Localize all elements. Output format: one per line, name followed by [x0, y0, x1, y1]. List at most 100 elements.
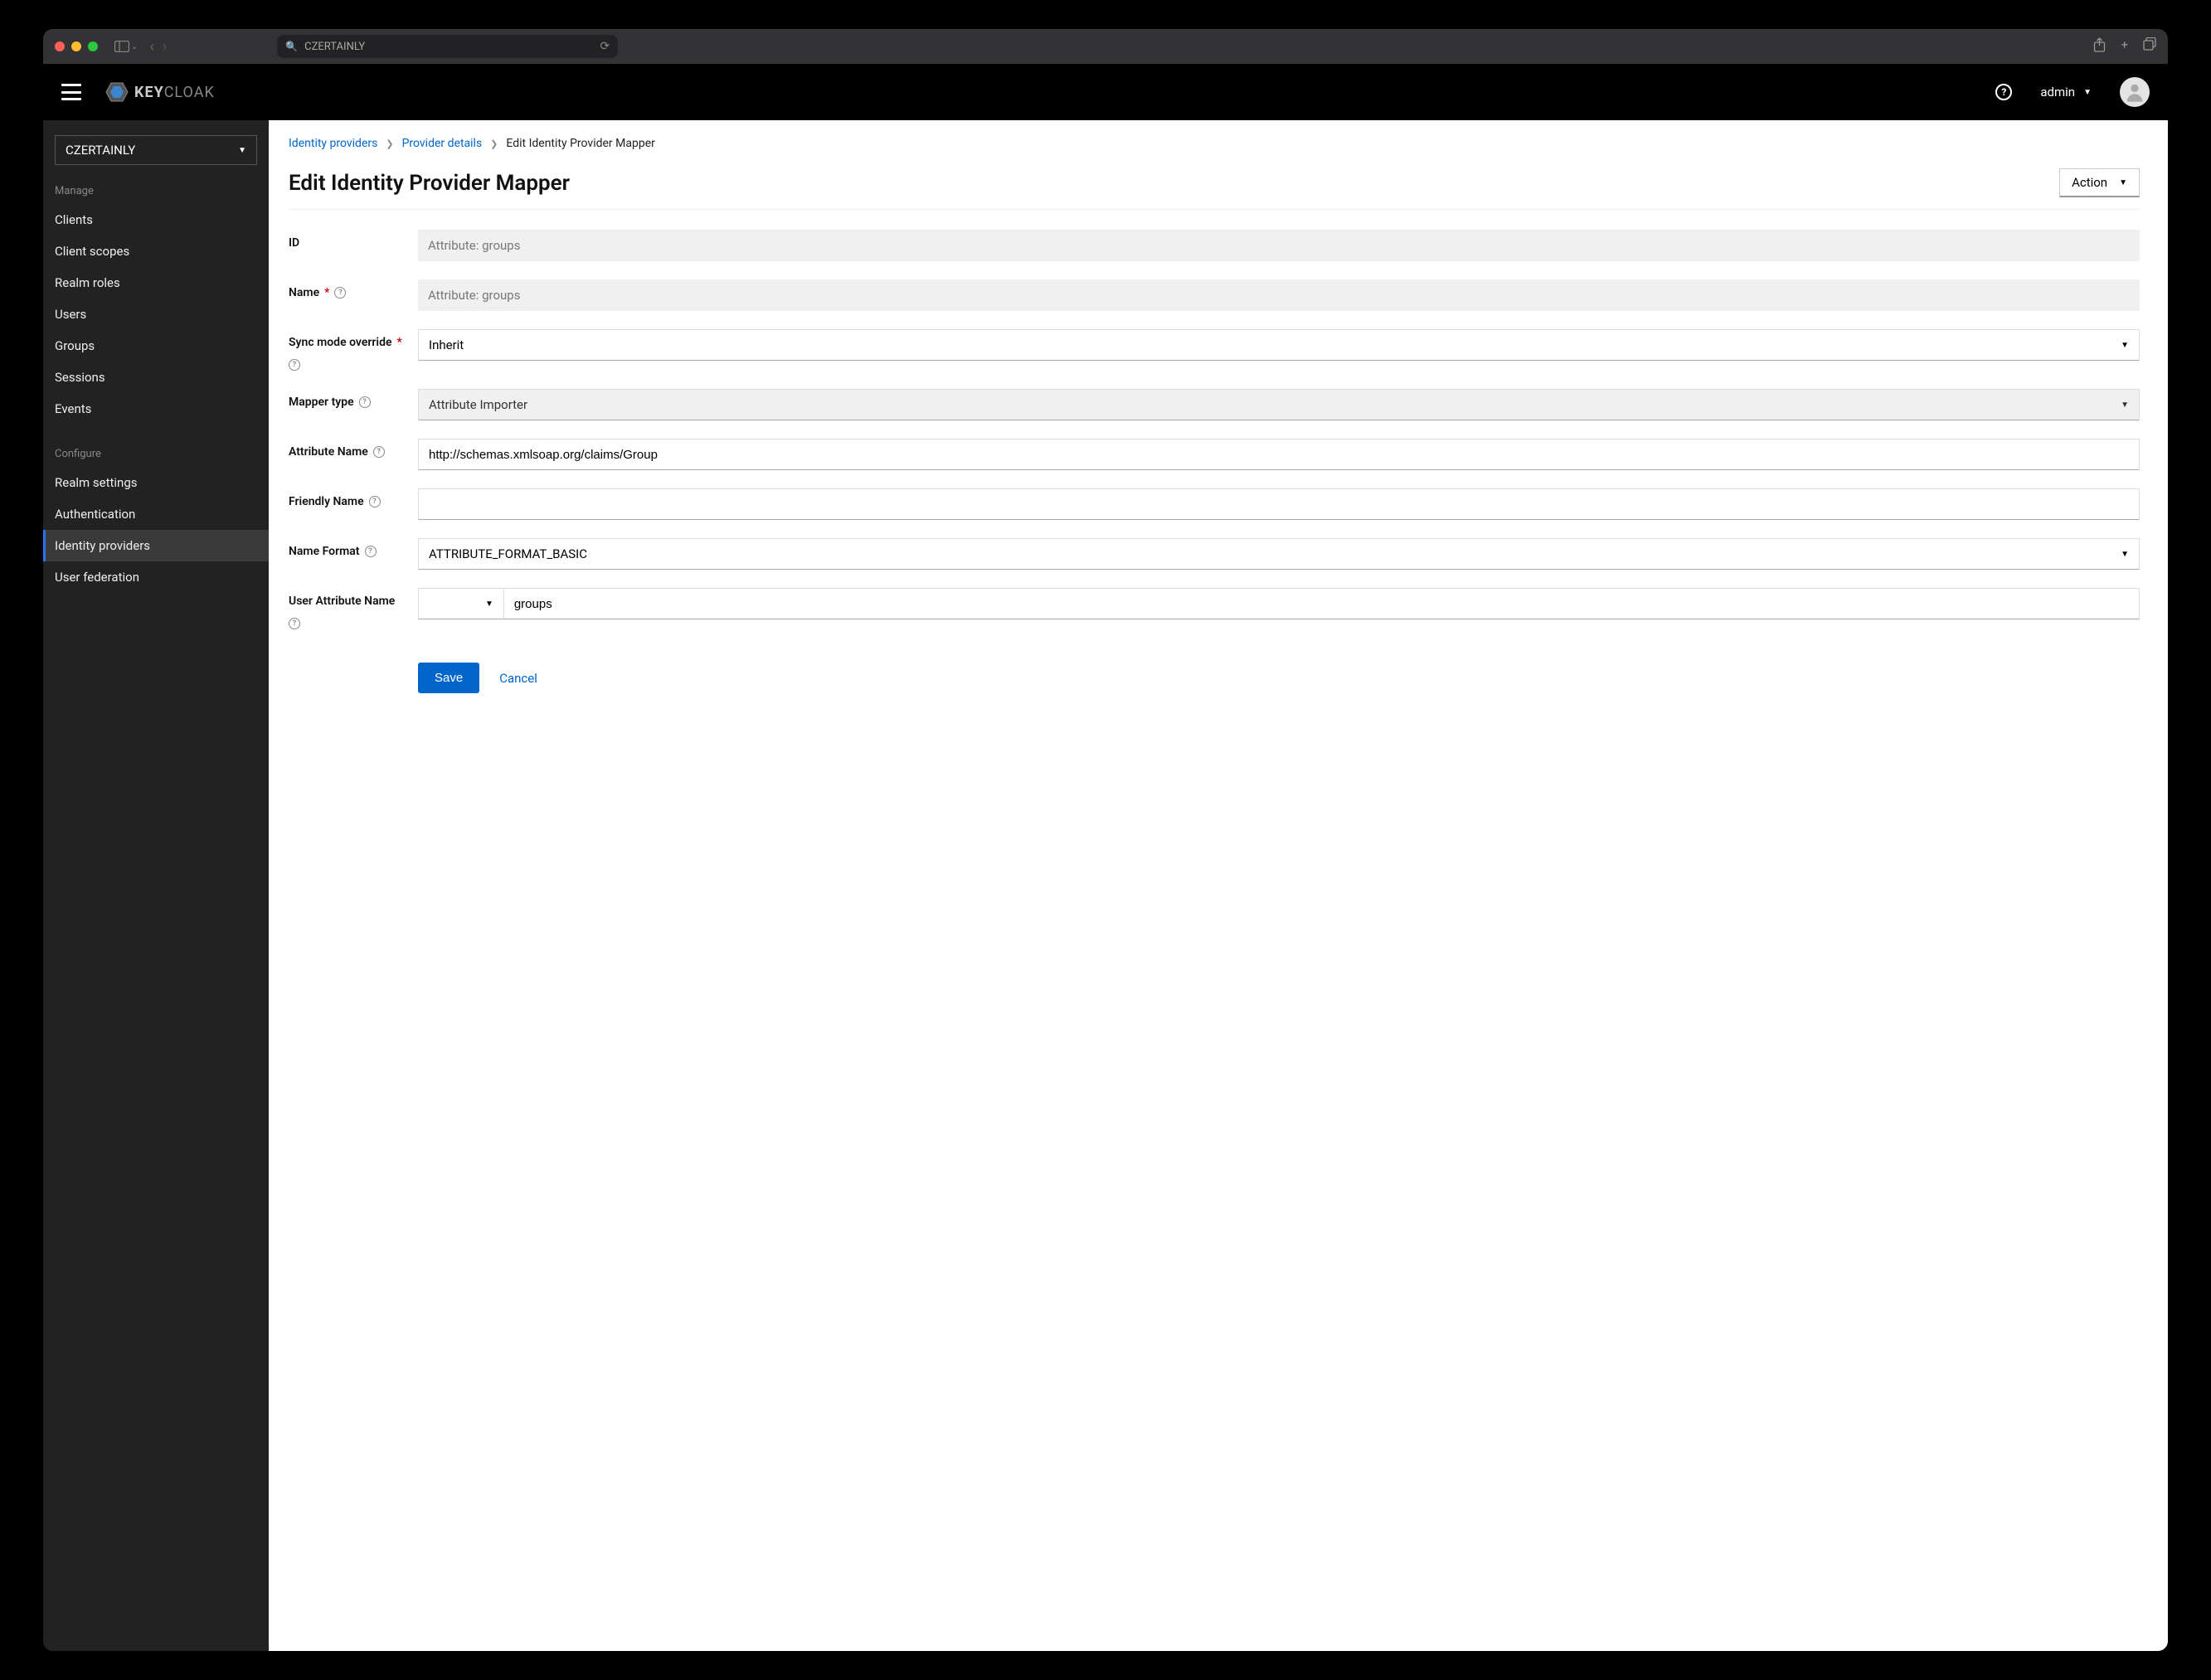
breadcrumb: Identity providers ❯ Provider details ❯ … [289, 137, 2140, 150]
app-body: CZERTAINLY ▼ Manage Clients Client scope… [43, 120, 2168, 1651]
row-user-attribute: User Attribute Name ? ▼ [289, 588, 2140, 629]
url-text: CZERTAINLY [304, 41, 365, 53]
label-attribute-name: Attribute Name? [289, 439, 418, 459]
breadcrumb-provider-details[interactable]: Provider details [402, 137, 483, 150]
help-icon[interactable]: ? [289, 618, 300, 629]
caret-down-icon: ▼ [2119, 178, 2127, 187]
app: KEYCLOAK ? admin ▼ CZERTAINLY ▼ Manage [43, 64, 2168, 1651]
logo-text: KEYCLOAK [134, 84, 215, 101]
chevron-right-icon: ❯ [490, 138, 498, 149]
label-name-format: Name Format? [289, 538, 418, 558]
sidebar: CZERTAINLY ▼ Manage Clients Client scope… [43, 120, 269, 1651]
tabs-icon[interactable] [2143, 37, 2156, 56]
back-button[interactable]: ‹ [149, 38, 153, 56]
nav-groups[interactable]: Groups [43, 330, 269, 362]
app-header: KEYCLOAK ? admin ▼ [43, 64, 2168, 120]
main-content: Identity providers ❯ Provider details ❯ … [269, 120, 2168, 1651]
input-user-attribute[interactable] [504, 588, 2140, 619]
user-menu[interactable]: admin ▼ [2040, 85, 2092, 100]
nav-client-scopes[interactable]: Client scopes [43, 235, 269, 267]
sidebar-toggle[interactable]: ⌄ [114, 41, 138, 52]
realm-selector[interactable]: CZERTAINLY ▼ [55, 135, 257, 165]
close-window[interactable] [55, 41, 65, 51]
action-dropdown[interactable]: Action ▼ [2059, 168, 2140, 197]
nav-sessions[interactable]: Sessions [43, 362, 269, 393]
nav-clients[interactable]: Clients [43, 204, 269, 235]
field-id: Attribute: groups [418, 230, 2140, 261]
chevron-right-icon: ❯ [386, 138, 393, 149]
titlebar-right: + [2093, 37, 2156, 56]
forward-button[interactable]: › [163, 38, 167, 56]
traffic-lights [55, 41, 98, 51]
field-name: Attribute: groups [418, 279, 2140, 311]
save-button[interactable]: Save [418, 663, 479, 693]
realm-name: CZERTAINLY [66, 143, 135, 158]
row-sync-mode: Sync mode override* ? Inherit ▼ [289, 329, 2140, 371]
avatar[interactable] [2120, 77, 2150, 107]
label-friendly-name: Friendly Name? [289, 488, 418, 508]
user-attribute-type-select[interactable]: ▼ [418, 588, 504, 619]
form-buttons: Save Cancel [418, 663, 2140, 693]
row-friendly-name: Friendly Name? [289, 488, 2140, 520]
caret-down-icon: ▼ [2083, 88, 2092, 97]
header-right: ? admin ▼ [1995, 77, 2150, 107]
hamburger-menu[interactable] [61, 84, 81, 100]
row-name-format: Name Format? ATTRIBUTE_FORMAT_BASIC ▼ [289, 538, 2140, 570]
caret-down-icon: ▼ [238, 146, 246, 155]
help-icon[interactable]: ? [334, 287, 346, 299]
reload-icon[interactable]: ⟳ [600, 40, 610, 53]
cancel-button[interactable]: Cancel [499, 671, 537, 686]
new-tab-icon[interactable]: + [2121, 37, 2128, 56]
breadcrumb-current: Edit Identity Provider Mapper [506, 137, 654, 150]
help-icon[interactable]: ? [373, 446, 385, 458]
maximize-window[interactable] [88, 41, 98, 51]
help-icon[interactable]: ? [289, 359, 300, 371]
label-user-attribute: User Attribute Name ? [289, 588, 418, 629]
nav-realm-settings[interactable]: Realm settings [43, 467, 269, 498]
browser-window: ⌄ ‹ › 🔍 CZERTAINLY ⟳ + KEYCLOAK [43, 29, 2168, 1651]
row-mapper-type: Mapper type? Attribute Importer ▼ [289, 389, 2140, 420]
help-icon[interactable]: ? [359, 396, 371, 408]
caret-down-icon: ▼ [2121, 401, 2129, 410]
label-name: Name*? [289, 279, 418, 299]
page-head: Edit Identity Provider Mapper Action ▼ [289, 168, 2140, 197]
minimize-window[interactable] [71, 41, 81, 51]
section-manage: Manage [43, 173, 269, 204]
input-attribute-name[interactable] [418, 439, 2140, 470]
row-name: Name*? Attribute: groups [289, 279, 2140, 311]
search-icon: 🔍 [285, 41, 298, 52]
select-mapper-type[interactable]: Attribute Importer ▼ [418, 389, 2140, 420]
label-sync-mode: Sync mode override* ? [289, 329, 418, 371]
nav-identity-providers[interactable]: Identity providers [43, 530, 269, 561]
label-mapper-type: Mapper type? [289, 389, 418, 409]
caret-down-icon: ▼ [2121, 341, 2129, 350]
action-label: Action [2072, 175, 2107, 190]
page-title: Edit Identity Provider Mapper [289, 171, 570, 196]
section-configure: Configure [43, 436, 269, 467]
nav-events[interactable]: Events [43, 393, 269, 425]
url-bar[interactable]: 🔍 CZERTAINLY ⟳ [277, 35, 618, 58]
row-id: ID Attribute: groups [289, 230, 2140, 261]
nav-buttons: ‹ › [149, 38, 167, 56]
nav-user-federation[interactable]: User federation [43, 561, 269, 593]
caret-down-icon: ▼ [485, 600, 493, 609]
user-name: admin [2040, 85, 2075, 100]
select-sync-mode[interactable]: Inherit ▼ [418, 329, 2140, 361]
label-id: ID [289, 230, 418, 250]
caret-down-icon: ▼ [2121, 550, 2129, 559]
logo: KEYCLOAK [104, 80, 215, 104]
nav-users[interactable]: Users [43, 299, 269, 330]
nav-realm-roles[interactable]: Realm roles [43, 267, 269, 299]
titlebar: ⌄ ‹ › 🔍 CZERTAINLY ⟳ + [43, 29, 2168, 64]
select-name-format[interactable]: ATTRIBUTE_FORMAT_BASIC ▼ [418, 538, 2140, 570]
share-icon[interactable] [2093, 37, 2106, 56]
row-attribute-name: Attribute Name? [289, 439, 2140, 470]
help-icon[interactable]: ? [369, 496, 381, 507]
logo-icon [104, 80, 129, 104]
input-friendly-name[interactable] [418, 488, 2140, 520]
breadcrumb-identity-providers[interactable]: Identity providers [289, 137, 377, 150]
nav-authentication[interactable]: Authentication [43, 498, 269, 530]
help-icon[interactable]: ? [365, 546, 377, 557]
help-icon[interactable]: ? [1995, 84, 2012, 100]
divider [289, 209, 2140, 210]
